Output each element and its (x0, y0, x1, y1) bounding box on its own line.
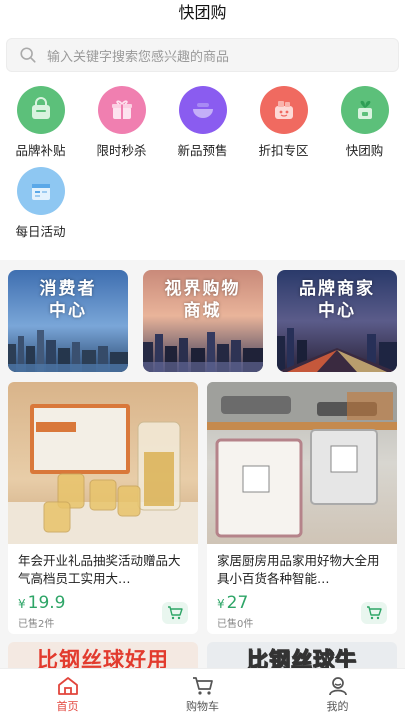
banner-title: 消费者 中心 (39, 279, 97, 321)
category-label: 限时秒杀 (96, 143, 147, 158)
category-daily-activity[interactable]: 每日活动 (0, 167, 81, 240)
bowl-icon (178, 86, 227, 134)
product-image-glassware (8, 382, 198, 544)
category-flash-sale[interactable]: 限时秒杀 (81, 86, 162, 159)
category-grid: 品牌补贴 限时秒杀 新品预售 折扣专区 快团购 每日活动 (0, 80, 405, 260)
banner-consumer-center[interactable]: 消费者 中心 (8, 270, 128, 372)
tab-mine[interactable]: 我的 (270, 669, 405, 720)
page-title: 快团购 (178, 3, 227, 22)
search-icon (20, 47, 36, 63)
tab-label: 首页 (56, 699, 79, 713)
category-label: 新品预售 (177, 143, 228, 158)
tab-label: 购物车 (186, 699, 219, 713)
search-input[interactable]: 输入关键字搜索您感兴趣的商品 (6, 38, 399, 72)
bag-icon (16, 86, 65, 134)
category-label: 每日活动 (15, 224, 66, 239)
product-image-kitchen-bin (207, 382, 397, 544)
plant-bag-icon (340, 86, 389, 134)
bottom-tab-bar: 首页 购物车 我的 (0, 668, 405, 720)
category-label: 品牌补贴 (15, 143, 66, 158)
product-card[interactable]: 年会开业礼品抽奖活动赠品大气高档员工实用大… ¥19.9 已售2件 (8, 382, 198, 634)
search-bar: 输入关键字搜索您感兴趣的商品 (0, 34, 405, 80)
cart-icon (168, 606, 183, 620)
city-skyline-image (8, 330, 128, 372)
banner-brand-merchant-center[interactable]: 品牌商家 中心 (277, 270, 397, 372)
product-grid: 年会开业礼品抽奖活动赠品大气高档员工实用大… ¥19.9 已售2件 家居厨房用品… (0, 380, 405, 634)
tab-home[interactable]: 首页 (0, 669, 135, 720)
search-placeholder: 输入关键字搜索您感兴趣的商品 (47, 49, 230, 65)
banner-title: 品牌商家 中心 (299, 279, 375, 321)
user-icon (328, 676, 347, 695)
add-to-cart-button[interactable] (361, 602, 387, 624)
category-brand-subsidy[interactable]: 品牌补贴 (0, 86, 81, 159)
product-title: 家居厨房用品家用好物大全用具小百货各种智能… (217, 553, 380, 586)
banner-title: 视界购物 商城 (164, 279, 241, 321)
home-icon (57, 676, 78, 695)
calendar-icon (16, 167, 65, 215)
cart-icon (367, 606, 382, 620)
discount-basket-icon (259, 86, 308, 134)
product-card[interactable]: 家居厨房用品家用好物大全用具小百货各种智能… ¥27 已售0件 (207, 382, 397, 634)
add-to-cart-button[interactable] (162, 602, 188, 624)
cart-icon (192, 676, 213, 695)
city-night-image (142, 332, 263, 372)
category-new-presale[interactable]: 新品预售 (162, 86, 243, 159)
category-label: 快团购 (345, 143, 384, 158)
app-header: 快团购 (0, 0, 405, 34)
product-title: 年会开业礼品抽奖活动赠品大气高档员工实用大… (18, 553, 181, 586)
banner-row: 消费者 中心 视界购物 商城 品牌商家 中心 (0, 260, 405, 380)
category-label: 折扣专区 (258, 143, 309, 158)
tab-cart[interactable]: 购物车 (135, 669, 270, 720)
tab-label: 我的 (326, 699, 349, 713)
banner-vision-mall[interactable]: 视界购物 商城 (142, 270, 263, 372)
gift-icon (97, 86, 146, 134)
city-traffic-image (277, 328, 397, 372)
category-discount-zone[interactable]: 折扣专区 (243, 86, 324, 159)
category-group-buy[interactable]: 快团购 (324, 86, 405, 159)
